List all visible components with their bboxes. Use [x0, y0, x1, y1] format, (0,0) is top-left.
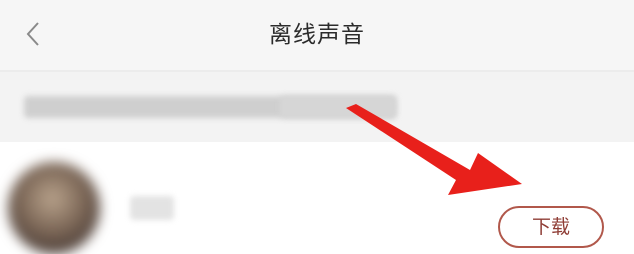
- notice-text-blurred-tail: [280, 96, 396, 118]
- notice-banner: [0, 72, 634, 142]
- item-name-blurred: [130, 196, 174, 220]
- page-title: 离线声音: [269, 22, 365, 48]
- avatar: [8, 162, 100, 254]
- top-bar: 离线声音: [0, 0, 634, 70]
- list-item: 下载: [0, 142, 634, 254]
